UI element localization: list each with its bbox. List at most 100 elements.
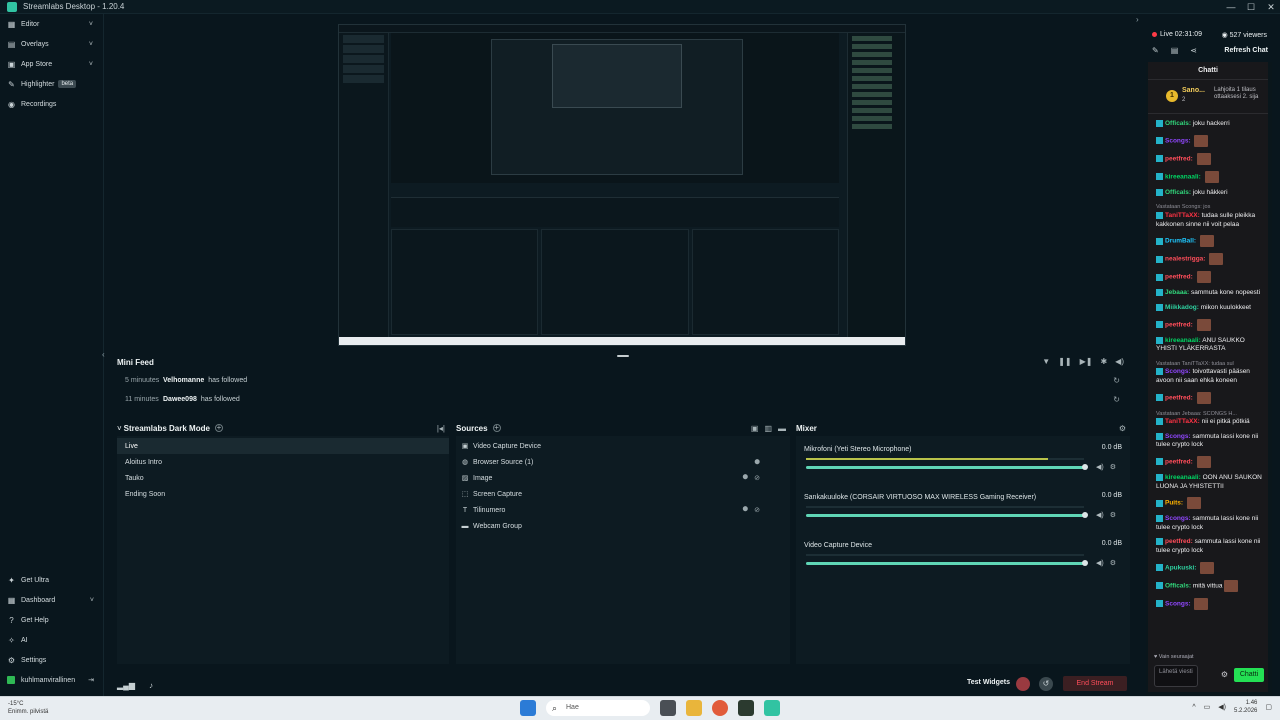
- sidebar-item-ai[interactable]: ✧ AI: [0, 630, 104, 650]
- chat-username[interactable]: TaniTTaXX:: [1165, 418, 1200, 425]
- skip-icon[interactable]: ▶❚: [1080, 357, 1093, 366]
- tray-chevron-icon[interactable]: ^: [1192, 704, 1195, 711]
- chat-send-button[interactable]: Chatti: [1234, 668, 1264, 682]
- source-layers-icon[interactable]: ▣: [751, 424, 759, 433]
- chat-username[interactable]: peetfred:: [1165, 274, 1193, 281]
- chat-username[interactable]: Officals:: [1165, 582, 1191, 589]
- firefox-icon[interactable]: [712, 700, 728, 716]
- chat-username[interactable]: peetfred:: [1165, 155, 1193, 162]
- collapse-chat-chevron-icon[interactable]: ›: [1136, 15, 1139, 24]
- chat-username[interactable]: Scongs:: [1165, 137, 1191, 144]
- chat-username[interactable]: TaniTTaXX:: [1165, 212, 1200, 219]
- clipboard-icon[interactable]: ▤: [1171, 46, 1179, 55]
- pinned-leaderboard[interactable]: 1 Sano... 2 Lahjoita 1 tilaus ottaaksesi…: [1148, 80, 1268, 114]
- notifications-bell-icon[interactable]: ♪: [149, 681, 153, 690]
- scenes-collapse-icon[interactable]: ˅: [117, 424, 122, 433]
- speaker-icon[interactable]: ◀): [1218, 703, 1226, 711]
- taskbar-search[interactable]: Hae: [546, 700, 650, 716]
- filter-icon[interactable]: ▼: [1042, 357, 1050, 366]
- record-button[interactable]: [1016, 677, 1030, 691]
- replay-alert-icon[interactable]: ↻: [1113, 376, 1120, 385]
- minimize-button[interactable]: —: [1226, 2, 1236, 12]
- source-item[interactable]: ▬ Webcam Group: [456, 518, 790, 534]
- chat-username[interactable]: Jebaaa:: [1165, 289, 1189, 296]
- source-item[interactable]: ▨ Image ⬤ ⊘: [456, 470, 790, 486]
- chat-username[interactable]: kireeanaali:: [1165, 474, 1201, 481]
- user-account[interactable]: kuhlmanvirallinen ⇥: [0, 670, 104, 690]
- chat-username[interactable]: peetfred:: [1165, 459, 1193, 466]
- sidebar-item-editor[interactable]: ▦ Editor ˅: [0, 14, 103, 34]
- sidebar-item-highlighter[interactable]: ✎ Highlighter beta: [0, 74, 103, 94]
- close-button[interactable]: ✕: [1266, 2, 1276, 13]
- source-folder-icon[interactable]: ▬: [778, 424, 786, 433]
- volume-slider-handle[interactable]: [1082, 464, 1088, 470]
- visibility-hidden-icon[interactable]: ⊘: [754, 506, 760, 514]
- source-item[interactable]: ⬚ Screen Capture: [456, 486, 790, 502]
- chat-username[interactable]: Officals:: [1165, 120, 1191, 127]
- chat-input[interactable]: Lähetä viesti: [1154, 665, 1198, 687]
- scene-item[interactable]: Live: [117, 438, 449, 454]
- chat-username[interactable]: peetfred:: [1165, 539, 1193, 546]
- chat-username[interactable]: Apukuski:: [1165, 564, 1196, 571]
- scene-item[interactable]: Tauko: [117, 470, 449, 486]
- replay-alert-icon[interactable]: ↻: [1113, 395, 1120, 404]
- volume-slider-handle[interactable]: [1082, 560, 1088, 566]
- settings-icon[interactable]: ✱: [1100, 357, 1107, 366]
- volume-slider[interactable]: [806, 512, 1088, 518]
- mute-speaker-icon[interactable]: ◀): [1096, 463, 1104, 471]
- chat-username[interactable]: peetfred:: [1165, 394, 1193, 401]
- chat-username[interactable]: Scongs:: [1165, 600, 1191, 607]
- chat-username[interactable]: peetfred:: [1165, 321, 1193, 328]
- volume-slider[interactable]: [806, 464, 1088, 470]
- system-clock[interactable]: 1.46 5.2.2026: [1234, 699, 1257, 715]
- maximize-button[interactable]: ☐: [1246, 2, 1256, 13]
- network-icon[interactable]: ▭: [1204, 703, 1211, 711]
- source-item[interactable]: T Tilinumero ⬤ ⊘: [456, 502, 790, 518]
- test-widgets-label[interactable]: Test Widgets: [967, 679, 1010, 686]
- sidebar-item-dashboard[interactable]: ▦ Dashboard ˅: [0, 590, 104, 610]
- chat-username[interactable]: Miikkadog:: [1165, 304, 1199, 311]
- chat-settings-gear-icon[interactable]: ⚙: [1221, 670, 1228, 679]
- lock-icon[interactable]: ⬤: [743, 506, 749, 514]
- chat-username[interactable]: Officals:: [1165, 189, 1191, 196]
- performance-stats-icon[interactable]: ▂▄▆: [117, 681, 135, 690]
- lock-icon[interactable]: ⬤: [754, 459, 760, 465]
- volume-slider[interactable]: [806, 560, 1088, 566]
- mute-speaker-icon[interactable]: ◀): [1096, 559, 1104, 567]
- sidebar-item-help[interactable]: ? Get Help: [0, 610, 104, 630]
- pause-icon[interactable]: ❚❚: [1058, 357, 1071, 366]
- chat-username[interactable]: Scongs:: [1165, 515, 1191, 522]
- chat-username[interactable]: Puits:: [1165, 500, 1183, 507]
- source-group-icon[interactable]: ▥: [764, 424, 772, 433]
- channel-settings-gear-icon[interactable]: ⚙: [1110, 511, 1116, 519]
- lock-icon[interactable]: ⬤: [743, 474, 749, 482]
- chat-username[interactable]: kireeanaali:: [1165, 173, 1201, 180]
- stream-preview[interactable]: [338, 24, 906, 346]
- collapse-dock-icon[interactable]: |◂|: [437, 424, 445, 433]
- chat-username[interactable]: Scongs:: [1165, 369, 1191, 376]
- scene-item[interactable]: Ending Soon: [117, 486, 449, 502]
- file-explorer-icon[interactable]: [686, 700, 702, 716]
- chat-username[interactable]: Scongs:: [1165, 433, 1191, 440]
- volume-icon[interactable]: ◀): [1115, 357, 1124, 366]
- source-item[interactable]: ◍ Browser Source (1) ⬤: [456, 454, 790, 470]
- replay-buffer-icon[interactable]: ↺: [1039, 677, 1053, 691]
- edit-stream-info-icon[interactable]: ✎: [1152, 46, 1159, 55]
- scene-item[interactable]: Aloitus Intro: [117, 454, 449, 470]
- sidebar-item-ultra[interactable]: ✦ Get Ultra: [0, 570, 104, 590]
- chat-username[interactable]: DrumBall:: [1165, 238, 1196, 245]
- end-stream-button[interactable]: End Stream: [1063, 676, 1127, 691]
- windows-start-icon[interactable]: [520, 700, 536, 716]
- refresh-chat-button[interactable]: Refresh Chat: [1224, 47, 1268, 54]
- notifications-icon[interactable]: ▢: [1265, 703, 1272, 711]
- chat-username[interactable]: kireeanaali:: [1165, 337, 1201, 344]
- chat-username[interactable]: nealestrigga:: [1165, 256, 1205, 263]
- volume-slider-handle[interactable]: [1082, 512, 1088, 518]
- channel-settings-gear-icon[interactable]: ⚙: [1110, 559, 1116, 567]
- logout-icon[interactable]: ⇥: [88, 676, 94, 684]
- sidebar-item-recordings[interactable]: ◉ Recordings: [0, 94, 103, 114]
- mixer-settings-gear-icon[interactable]: ⚙: [1119, 424, 1126, 433]
- sidebar-item-gear[interactable]: ⚙ Settings: [0, 650, 104, 670]
- sidebar-item-app-store[interactable]: ▣ App Store ˅: [0, 54, 103, 74]
- weather-widget[interactable]: -15°C Enimm. pilvistä: [8, 700, 48, 716]
